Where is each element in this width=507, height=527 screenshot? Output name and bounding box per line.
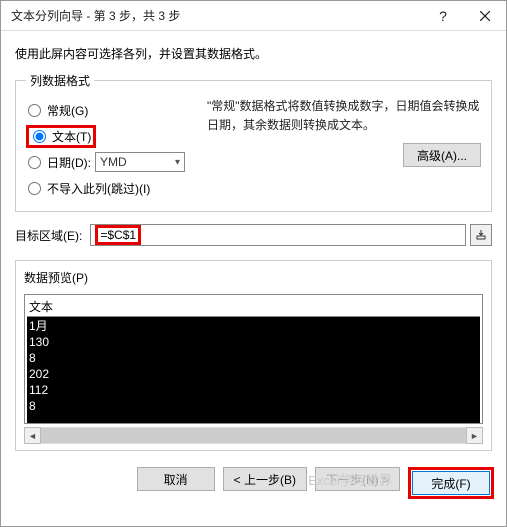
titlebar: 文本分列向导 - 第 3 步，共 3 步 ?	[1, 1, 506, 31]
destination-value-highlight: =$C$1	[95, 225, 141, 245]
format-description: "常规"数据格式将数值转换成数字，日期值会转换成日期，其余数据则转换成文本。	[207, 97, 481, 135]
radio-date-label: 日期(D):	[47, 154, 91, 171]
destination-row: 目标区域(E): =$C$1	[15, 224, 492, 246]
radio-skip-label: 不导入此列(跳过)(I)	[47, 180, 150, 197]
preview-body: 1月 130 8 202 112 8	[27, 317, 480, 424]
preview-box: 文本 1月 130 8 202 112 8	[24, 294, 483, 424]
cancel-button[interactable]: 取消	[137, 467, 215, 491]
radio-general-label: 常规(G)	[47, 102, 88, 119]
finish-button[interactable]: 完成(F)	[412, 471, 490, 495]
preview-row: 112	[29, 382, 478, 398]
collapse-icon	[476, 230, 486, 240]
radio-text-input[interactable]	[33, 130, 46, 143]
instruction-text: 使用此屏内容可选择各列，并设置其数据格式。	[15, 45, 492, 62]
radio-general[interactable]: 常规(G)	[26, 97, 201, 123]
window-title: 文本分列向导 - 第 3 步，共 3 步	[11, 7, 422, 24]
preview-label: 数据预览(P)	[24, 269, 88, 286]
preview-row: 1月	[29, 318, 478, 334]
description-column: "常规"数据格式将数值转换成数字，日期值会转换成日期，其余数据则转换成文本。 高…	[201, 97, 481, 201]
help-button[interactable]: ?	[422, 1, 464, 30]
radio-text[interactable]: 文本(T)	[31, 128, 91, 145]
preview-scrollbar[interactable]: ◄ ►	[24, 427, 483, 444]
destination-input[interactable]: =$C$1	[90, 224, 466, 246]
preview-row: 202	[29, 366, 478, 382]
date-format-select[interactable]: YMD ▾	[95, 152, 185, 172]
preview-row: 130	[29, 334, 478, 350]
destination-label: 目标区域(E):	[15, 227, 82, 244]
radio-text-label: 文本(T)	[52, 128, 91, 145]
radio-text-highlight: 文本(T)	[26, 125, 96, 148]
destination-value: =$C$1	[100, 228, 136, 242]
radio-date-input[interactable]	[28, 156, 41, 169]
dialog-content: 使用此屏内容可选择各列，并设置其数据格式。 列数据格式 常规(G) 文本(T)	[1, 31, 506, 457]
radio-date[interactable]: 日期(D): YMD ▾	[26, 149, 201, 175]
radio-skip-input[interactable]	[28, 182, 41, 195]
next-button: 下一步(N) >	[315, 467, 400, 491]
footer-buttons: 取消 < 上一步(B) 下一步(N) > 完成(F)	[1, 457, 506, 509]
preview-row: 8	[29, 350, 478, 366]
preview-row: 8	[29, 398, 478, 414]
radio-column: 常规(G) 文本(T) 日期(D): YMD ▾	[26, 97, 201, 201]
radio-skip[interactable]: 不导入此列(跳过)(I)	[26, 175, 201, 201]
preview-group: 数据预览(P) 文本 1月 130 8 202 112 8 ◄ ►	[15, 260, 492, 451]
date-format-value: YMD	[100, 155, 127, 169]
chevron-down-icon: ▾	[175, 157, 180, 168]
finish-highlight: 完成(F)	[408, 467, 494, 499]
close-icon	[480, 11, 490, 21]
scroll-thumb[interactable]	[41, 428, 466, 443]
group-label: 列数据格式	[26, 72, 94, 89]
advanced-button[interactable]: 高级(A)...	[403, 143, 481, 167]
scroll-right-button[interactable]: ►	[466, 427, 483, 444]
preview-column-header[interactable]: 文本	[27, 297, 480, 317]
scroll-track[interactable]	[41, 427, 466, 444]
radio-general-input[interactable]	[28, 104, 41, 117]
back-button[interactable]: < 上一步(B)	[223, 467, 307, 491]
scroll-left-button[interactable]: ◄	[24, 427, 41, 444]
close-button[interactable]	[464, 1, 506, 30]
range-picker-button[interactable]	[470, 224, 492, 246]
column-format-group: 列数据格式 常规(G) 文本(T) 日期(D):	[15, 72, 492, 212]
